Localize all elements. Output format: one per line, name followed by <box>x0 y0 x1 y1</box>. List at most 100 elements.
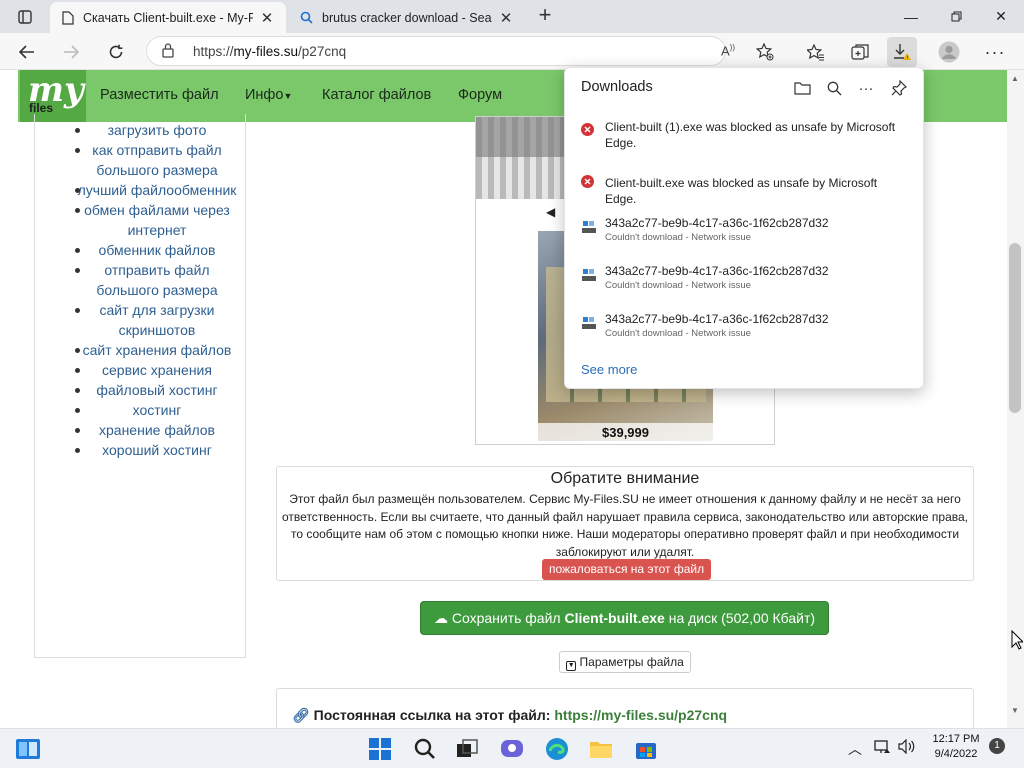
settings-menu-button[interactable]: ··· <box>980 37 1010 67</box>
volume-icon[interactable] <box>898 738 916 757</box>
scroll-down-icon[interactable]: ▼ <box>1011 706 1019 715</box>
lock-icon[interactable] <box>161 42 175 59</box>
save-prefix: Сохранить файл <box>451 610 565 626</box>
windows-icon <box>369 738 391 760</box>
show-hidden-icons-button[interactable]: ︿ <box>848 739 862 759</box>
link-icon: 🔗︎ <box>292 707 310 723</box>
error-icon <box>581 123 594 136</box>
nav-info-label: Инфо <box>245 87 284 103</box>
pin-downloads-button[interactable] <box>888 77 910 99</box>
notification-badge[interactable]: 1 <box>989 738 1005 754</box>
profile-button[interactable] <box>934 37 964 67</box>
nav-upload-file[interactable]: Разместить файл <box>100 87 219 103</box>
more-icon: ··· <box>858 79 874 97</box>
sidebar-link[interactable]: хороший хостинг <box>35 440 247 460</box>
sidebar-link[interactable]: как отправить файл большого размера <box>35 140 247 180</box>
url-prefix: https:// <box>193 44 234 59</box>
restore-icon <box>951 11 961 22</box>
refresh-button[interactable] <box>101 37 131 67</box>
sidebar-link[interactable]: отправить файл большого размера <box>35 260 247 300</box>
tab-search[interactable]: brutus cracker download - Searc ✕ <box>288 2 528 33</box>
store-icon <box>636 743 656 759</box>
tab-title: Скачать Client-built.exe - My-Fil <box>83 10 253 25</box>
sidebar: загрузить фото как отправить файл большо… <box>34 114 246 658</box>
previous-image-icon[interactable]: ◀ <box>546 205 555 219</box>
sidebar-link[interactable]: загрузить фото <box>35 120 247 140</box>
download-item-name: 343a2c77-be9b-4c17-a36c-1f62cb287d32 <box>605 264 829 278</box>
back-button[interactable] <box>12 37 42 67</box>
collections-button[interactable] <box>845 37 875 67</box>
nav-info[interactable]: Инфо▼ <box>245 87 292 103</box>
sidebar-link[interactable]: хранение файлов <box>35 420 247 440</box>
sidebar-link[interactable]: обмен файлами через интернет <box>35 200 247 240</box>
report-file-button[interactable]: пожаловаться на этот файл <box>542 559 712 580</box>
task-view-icon <box>457 739 478 757</box>
save-suffix: на диск (502,00 Кбайт) <box>664 610 816 626</box>
save-file-button[interactable]: ☁ Сохранить файл Client-built.exe на дис… <box>420 601 829 635</box>
file-params-button[interactable]: ▼ Параметры файла <box>559 651 691 673</box>
close-tab-icon[interactable]: ✕ <box>498 9 514 27</box>
avatar-icon <box>938 41 960 63</box>
notice-box: Обратите внимание Этот файл был размещён… <box>276 466 974 581</box>
address-bar[interactable]: https://my-files.su/p27cnq A)) <box>146 36 735 66</box>
sidebar-link[interactable]: лучший файлообменник <box>35 180 247 200</box>
search-taskbar-button[interactable] <box>411 735 439 763</box>
tab-my-files[interactable]: Скачать Client-built.exe - My-Fil ✕ <box>50 2 286 33</box>
task-view-button[interactable] <box>453 735 481 763</box>
clock-date: 9/4/2022 <box>934 748 978 760</box>
url-host: my-files.su <box>233 44 299 59</box>
star-add-icon <box>756 43 774 61</box>
open-downloads-folder-button[interactable] <box>791 77 813 99</box>
new-tab-button[interactable]: + <box>534 4 556 28</box>
favorites-button[interactable] <box>801 37 831 67</box>
file-icon <box>582 317 596 329</box>
nav-file-catalog[interactable]: Каталог файлов <box>322 87 431 103</box>
start-button[interactable] <box>366 735 394 763</box>
widgets-button[interactable] <box>14 735 42 763</box>
store-button[interactable] <box>632 735 660 763</box>
downloads-more-button[interactable]: ··· <box>855 77 877 99</box>
add-favorite-button[interactable] <box>750 37 780 67</box>
permalink-text: 🔗︎ Постоянная ссылка на этот файл: https… <box>292 707 727 724</box>
file-icon <box>582 269 596 281</box>
pin-icon <box>891 80 907 96</box>
search-icon <box>414 738 435 759</box>
system-clock[interactable]: 12:17 PM 9/4/2022 <box>924 732 988 762</box>
file-explorer-button[interactable] <box>587 735 615 763</box>
search-icon <box>300 11 313 24</box>
sidebar-link[interactable]: сайт для загрузки скриншотов <box>35 300 247 340</box>
download-warning-icon: ! <box>894 44 911 61</box>
search-downloads-button[interactable] <box>823 77 845 99</box>
forward-button[interactable] <box>56 37 86 67</box>
sidebar-link[interactable]: сайт хранения файлов <box>35 340 247 360</box>
sidebar-link[interactable]: обменник файлов <box>35 240 247 260</box>
sidebar-link[interactable]: сервис хранения <box>35 360 247 380</box>
chat-button[interactable] <box>498 735 526 763</box>
read-aloud-icon[interactable]: A)) <box>721 43 735 58</box>
sidebar-link[interactable]: файловый хостинг <box>35 380 247 400</box>
sidebar-link[interactable]: хостинг <box>35 400 247 420</box>
downloads-button[interactable]: ! <box>887 37 917 67</box>
network-icon[interactable] <box>874 739 891 757</box>
close-window-button[interactable]: ✕ <box>978 0 1024 33</box>
close-tab-icon[interactable]: ✕ <box>259 9 275 27</box>
scrollbar-thumb[interactable] <box>1009 243 1021 413</box>
edge-taskbar-button[interactable] <box>543 735 571 763</box>
download-item-name: Client-built.exe was blocked as unsafe b… <box>605 176 878 206</box>
url-path: /p27cnq <box>298 44 347 59</box>
downloads-title: Downloads <box>581 79 653 95</box>
minimize-button[interactable]: — <box>888 0 934 33</box>
nav-forum[interactable]: Форум <box>458 87 502 103</box>
scroll-up-icon[interactable]: ▲ <box>1011 74 1019 83</box>
edge-icon <box>546 738 568 760</box>
tab-actions-button[interactable] <box>0 0 50 33</box>
downloads-panel: Downloads ··· Client-built (1).exe was b… <box>564 67 924 389</box>
download-item-name: 343a2c77-be9b-4c17-a36c-1f62cb287d32 <box>605 216 829 230</box>
maximize-button[interactable] <box>933 0 979 33</box>
taskbar: ︿ 12:17 PM 9/4/2022 1 <box>0 728 1024 768</box>
permalink-url[interactable]: https://my-files.su/p27cnq <box>554 707 727 723</box>
url-text: https://my-files.su/p27cnq <box>193 44 346 59</box>
error-icon <box>581 175 594 188</box>
folder-icon <box>793 82 811 95</box>
see-more-link[interactable]: See more <box>581 362 637 377</box>
